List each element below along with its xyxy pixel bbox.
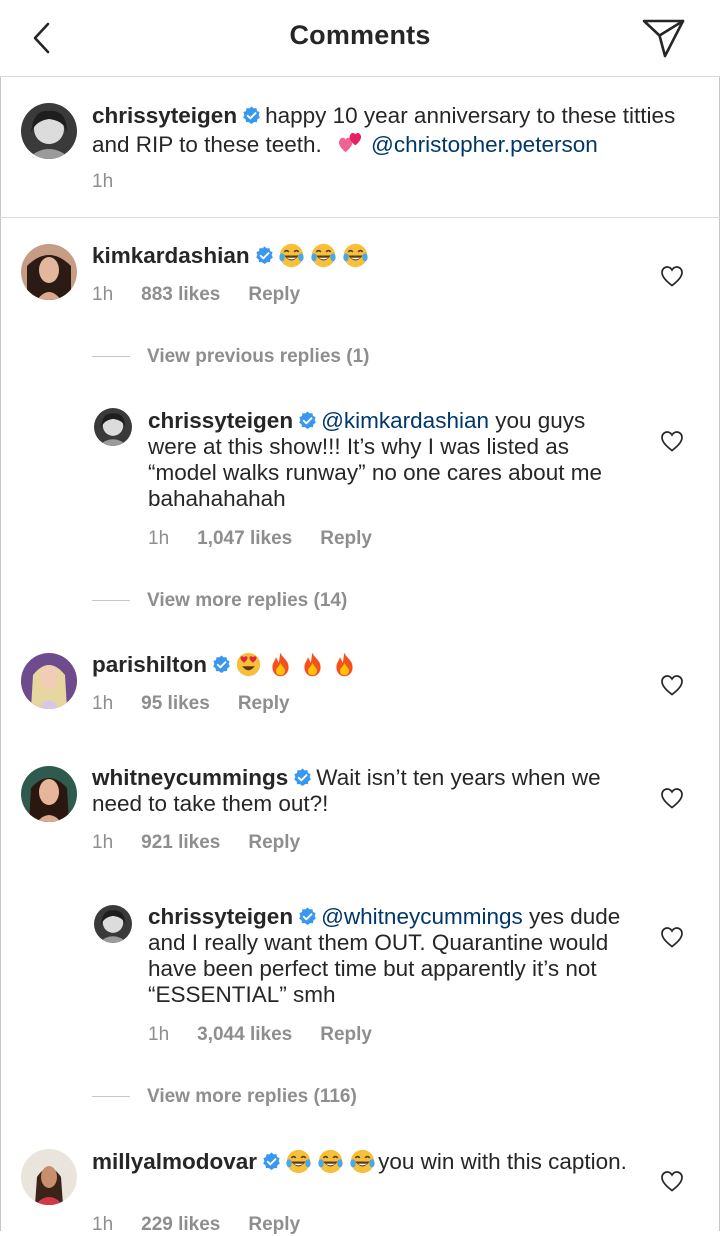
username-link[interactable]: kimkardashian — [92, 243, 250, 268]
laughing-emoji — [278, 242, 305, 269]
username-link[interactable]: parishilton — [92, 652, 207, 677]
timestamp: 1h — [148, 1024, 170, 1045]
verified-badge-icon — [255, 246, 274, 265]
divider-line — [92, 1096, 130, 1098]
reply-button[interactable]: Reply — [238, 693, 290, 715]
reply-button[interactable]: Reply — [320, 528, 372, 550]
paper-plane-icon — [642, 19, 685, 58]
verified-badge-icon — [262, 1152, 281, 1171]
divider-line — [92, 356, 130, 358]
laughing-emoji — [349, 1148, 376, 1175]
comment-text: kimkardashian😂😂😂 — [92, 242, 652, 269]
comment-meta: 1h 1,047 likes Reply — [148, 528, 400, 550]
verified-badge-icon — [242, 106, 261, 125]
mention-link[interactable]: @kimkardashian — [321, 408, 489, 433]
like-heart-icon[interactable] — [660, 265, 684, 287]
comment-text: millyalmodovar😂😂😂you win with this capti… — [92, 1148, 642, 1175]
timestamp: 1h — [92, 832, 114, 853]
reply-text: chrissyteigen @whitneycummings yes dude a… — [148, 904, 628, 1008]
avatar[interactable] — [21, 103, 77, 159]
post-caption: chrissyteigen happy 10 year anniversary t… — [0, 77, 720, 218]
header-bar: Comments — [0, 0, 720, 77]
like-heart-icon[interactable] — [660, 430, 684, 452]
share-button[interactable] — [640, 16, 688, 60]
reply-button[interactable]: Reply — [248, 284, 300, 306]
comment-text: parishilton😍🔥🔥🔥 — [92, 651, 652, 678]
caption-meta: 1h — [92, 171, 141, 193]
username-link[interactable]: whitneycummings — [92, 765, 288, 790]
likes-count[interactable]: 95 likes — [141, 693, 210, 715]
comment-meta: 1h 95 likes Reply — [92, 693, 318, 715]
fire-emoji — [267, 651, 294, 678]
likes-count[interactable]: 229 likes — [141, 1214, 220, 1236]
username-link[interactable]: chrissyteigen — [148, 408, 293, 433]
two-hearts-emoji — [336, 129, 365, 158]
mention-link[interactable]: @whitneycummings — [321, 904, 523, 929]
divider-line — [92, 600, 130, 602]
view-replies-button[interactable]: View previous replies (1) — [92, 346, 369, 368]
laughing-emoji — [317, 1148, 344, 1175]
comment-meta: 1h 229 likes Reply — [92, 1214, 328, 1236]
timestamp: 1h — [92, 693, 114, 714]
heart-eyes-emoji — [235, 651, 262, 678]
avatar[interactable] — [21, 653, 77, 709]
like-heart-icon[interactable] — [660, 926, 684, 948]
comment-meta: 1h 3,044 likes Reply — [148, 1024, 400, 1046]
avatar[interactable] — [21, 1149, 77, 1205]
likes-count[interactable]: 1,047 likes — [197, 528, 292, 550]
username-link[interactable]: chrissyteigen — [148, 904, 293, 929]
view-replies-button[interactable]: View more replies (116) — [92, 1086, 357, 1108]
laughing-emoji — [310, 242, 337, 269]
laughing-emoji — [285, 1148, 312, 1175]
like-heart-icon[interactable] — [660, 1170, 684, 1192]
avatar[interactable] — [21, 766, 77, 822]
laughing-emoji — [342, 242, 369, 269]
comment-meta: 1h 883 likes Reply — [92, 284, 328, 306]
page-title: Comments — [289, 20, 431, 50]
reply-button[interactable]: Reply — [320, 1024, 372, 1046]
comment-meta: 1h 921 likes Reply — [92, 832, 328, 854]
reply-text: chrissyteigen @kimkardashian you guys wer… — [148, 408, 623, 512]
reply-button[interactable]: Reply — [248, 1214, 300, 1236]
likes-count[interactable]: 883 likes — [141, 284, 220, 306]
like-heart-icon[interactable] — [660, 787, 684, 809]
comment-text: whitneycummings Wait isn’t ten years when… — [92, 765, 632, 817]
username-link[interactable]: millyalmodovar — [92, 1149, 257, 1174]
like-heart-icon[interactable] — [660, 674, 684, 696]
fire-emoji — [331, 651, 358, 678]
avatar[interactable] — [94, 408, 132, 446]
timestamp: 1h — [148, 528, 170, 549]
avatar[interactable] — [21, 244, 77, 300]
fire-emoji — [299, 651, 326, 678]
caption-text: chrissyteigen happy 10 year anniversary t… — [92, 103, 702, 158]
likes-count[interactable]: 921 likes — [141, 832, 220, 854]
timestamp: 1h — [92, 284, 114, 305]
verified-badge-icon — [293, 768, 312, 787]
reply-button[interactable]: Reply — [248, 832, 300, 854]
verified-badge-icon — [298, 411, 317, 430]
avatar[interactable] — [94, 905, 132, 943]
verified-badge-icon — [298, 907, 317, 926]
view-replies-button[interactable]: View more replies (14) — [92, 590, 347, 612]
timestamp: 1h — [92, 171, 114, 192]
username-link[interactable]: chrissyteigen — [92, 103, 237, 128]
likes-count[interactable]: 3,044 likes — [197, 1024, 292, 1046]
mention-link[interactable]: @christopher.peterson — [371, 132, 598, 157]
timestamp: 1h — [92, 1214, 114, 1235]
comment-body: you win with this caption. — [378, 1149, 627, 1174]
verified-badge-icon — [212, 655, 231, 674]
